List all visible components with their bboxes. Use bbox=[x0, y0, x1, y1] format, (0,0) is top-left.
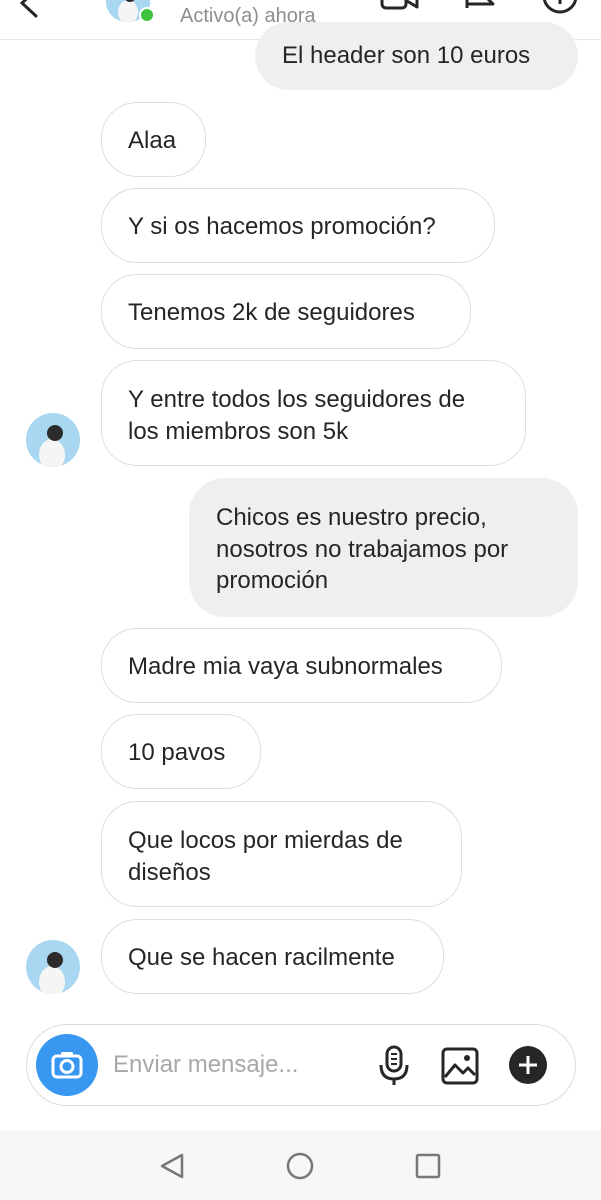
message-text: Tenemos 2k de seguidores bbox=[128, 299, 415, 326]
message-text: El header son 10 euros bbox=[282, 42, 531, 69]
message-outgoing[interactable]: El header son 10 euros bbox=[255, 22, 578, 90]
online-status-dot bbox=[139, 7, 155, 23]
message-text-line: promoción bbox=[216, 567, 329, 594]
message-incoming[interactable]: 10 pavos bbox=[101, 714, 261, 789]
sender-avatar[interactable] bbox=[26, 940, 80, 994]
message-text-line: Y entre todos los seguidores de bbox=[128, 386, 466, 413]
nav-recents-icon[interactable] bbox=[414, 1152, 442, 1180]
camera-icon bbox=[51, 1052, 83, 1079]
message-incoming[interactable]: Alaa bbox=[101, 102, 206, 177]
message-text: Que se hacen racilmente bbox=[128, 944, 395, 971]
message-text-line: diseños bbox=[128, 859, 211, 886]
nav-back-icon[interactable] bbox=[158, 1152, 186, 1180]
message-incoming[interactable]: Madre mia vaya subnormales bbox=[101, 628, 502, 703]
message-text-line: nosotros no trabajamos por bbox=[216, 536, 509, 563]
info-icon[interactable] bbox=[541, 0, 579, 18]
message-text-line: Que locos por mierdas de bbox=[128, 827, 403, 854]
system-navigation-bar bbox=[0, 1131, 601, 1200]
message-text: Y si os hacemos promoción? bbox=[128, 213, 436, 240]
message-text-line: los miembros son 5k bbox=[128, 418, 349, 445]
gallery-icon[interactable] bbox=[441, 1047, 479, 1085]
message-input[interactable] bbox=[113, 1049, 363, 1081]
sender-avatar[interactable] bbox=[26, 413, 80, 467]
message-text-line: Chicos es nuestro precio, bbox=[216, 504, 487, 531]
flag-icon[interactable] bbox=[463, 0, 497, 16]
camera-button[interactable] bbox=[36, 1034, 98, 1096]
message-outgoing[interactable]: Chicos es nuestro precio, nosotros no tr… bbox=[189, 478, 578, 617]
back-arrow-icon[interactable] bbox=[16, 0, 46, 18]
plus-icon[interactable] bbox=[508, 1045, 548, 1085]
message-incoming[interactable]: Tenemos 2k de seguidores bbox=[101, 274, 471, 349]
message-incoming[interactable]: Que se hacen racilmente bbox=[101, 919, 444, 994]
message-text: Alaa bbox=[128, 127, 177, 154]
message-composer bbox=[26, 1024, 576, 1106]
message-text: 10 pavos bbox=[128, 739, 226, 766]
nav-home-icon[interactable] bbox=[286, 1152, 314, 1180]
message-incoming[interactable]: Y entre todos los seguidores de los miem… bbox=[101, 360, 526, 466]
message-text: Madre mia vaya subnormales bbox=[128, 653, 443, 680]
video-call-icon[interactable] bbox=[380, 0, 420, 16]
microphone-icon[interactable] bbox=[377, 1045, 411, 1087]
message-incoming[interactable]: Y si os hacemos promoción? bbox=[101, 188, 495, 263]
message-incoming[interactable]: Que locos por mierdas de diseños bbox=[101, 801, 462, 907]
